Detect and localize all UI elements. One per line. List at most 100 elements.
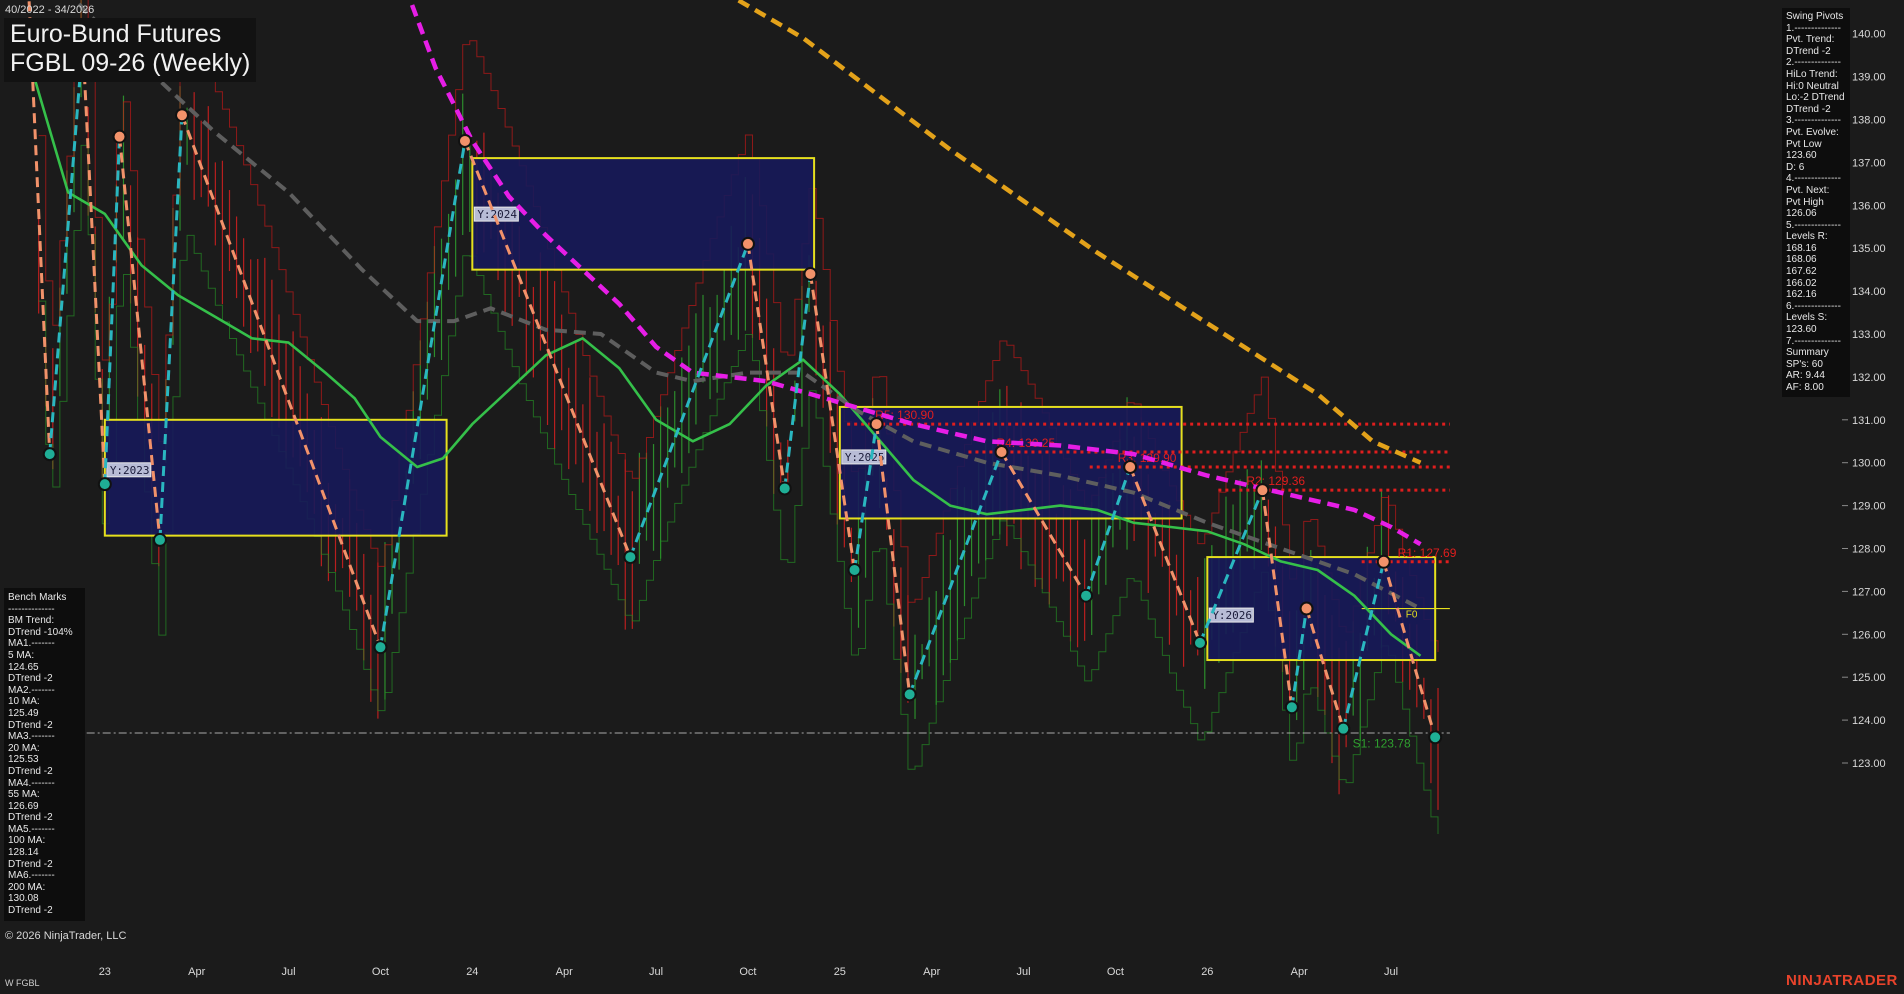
swing-pivot-line: SP's: 60: [1786, 358, 1823, 370]
swing-pivot-line: AR: 9.44: [1786, 370, 1825, 382]
benchmark-line: 125.53: [8, 754, 39, 766]
benchmark-line: 124.65: [8, 661, 39, 673]
benchmark-line: --------------: [8, 603, 55, 615]
swing-pivot-line: DTrend -2: [1786, 45, 1831, 57]
chart-subtitle: FGBL 09-26 (Weekly): [10, 49, 251, 77]
swing-pivot-line: 166.02: [1786, 277, 1817, 289]
x-tick-label: Oct: [1107, 966, 1124, 978]
benchmark-line: Bench Marks: [8, 592, 67, 603]
resistance-label: R1: 127.69: [1398, 546, 1457, 560]
y-tick-label: 129.00: [1852, 501, 1886, 513]
swing-pivot-line: Swing Pivots: [1786, 11, 1844, 22]
swing-pivot-dot: [623, 550, 638, 565]
swing-pivot-dot: [994, 444, 1009, 459]
y-tick-label: 131.00: [1852, 415, 1886, 427]
benchmark-line: 10 MA:: [8, 696, 40, 708]
benchmarks-panel: Bench Marks -------------- BM Trend: DTrend…: [4, 588, 85, 921]
swing-pivot-dot: [777, 481, 792, 496]
swing-pivot-dot: [42, 447, 57, 462]
benchmark-line: DTrend -2: [8, 905, 53, 917]
swing-leg: [783, 273, 812, 489]
swing-pivot-dot: [373, 640, 388, 655]
x-tick-label: Apr: [923, 966, 940, 978]
swing-pivot-line: Lo:-2 DTrend: [1786, 92, 1845, 104]
year-box-label: Y:2023: [110, 464, 150, 477]
benchmark-line: 55 MA:: [8, 789, 40, 801]
swing-pivot-dot: [1192, 635, 1207, 650]
swing-pivot-dot: [902, 687, 917, 702]
year-range-boxes: Y:2023Y:2024Y:2025Y:2026: [103, 157, 1437, 662]
swing-pivot-line: 2.--------------: [1786, 57, 1841, 69]
benchmark-line: DTrend -2: [8, 812, 53, 824]
copyright-text: © 2026 NinjaTrader, LLC: [5, 930, 127, 942]
support-label: S1: 123.78: [1353, 737, 1411, 751]
swing-pivot-line: 168.16: [1786, 242, 1817, 254]
swing-pivot-line: 123.60: [1786, 150, 1817, 162]
benchmark-line: DTrend -2: [8, 858, 53, 870]
swing-leg: [628, 243, 750, 558]
swing-pivots-panel: Swing Pivots 1.-------------- Pvt. Trend: D…: [1782, 8, 1850, 397]
swing-pivot-line: 123.60: [1786, 324, 1817, 336]
swing-pivot-line: AF: 8.00: [1786, 382, 1824, 393]
swing-pivot-dot: [152, 532, 167, 547]
benchmark-line: 100 MA:: [8, 835, 46, 847]
benchmark-line: 130.08: [8, 893, 39, 905]
swing-pivot-dot: [1284, 700, 1299, 715]
y-tick-label: 135.00: [1852, 243, 1886, 255]
swing-pivot-line: 162.16: [1786, 289, 1817, 301]
swing-pivot-line: 126.06: [1786, 208, 1817, 220]
benchmark-line: 125.49: [8, 707, 39, 719]
y-tick-label: 124.00: [1852, 715, 1886, 727]
x-tick-label: Jul: [649, 966, 663, 978]
year-box-label: Y:2026: [1212, 609, 1252, 622]
swing-pivot-line: HiLo Trend:: [1786, 68, 1838, 80]
swing-pivot-line: 3.--------------: [1786, 115, 1841, 127]
swing-pivot-line: 6.--------------: [1786, 300, 1841, 312]
year-box: [103, 418, 448, 537]
price-chart[interactable]: Y:2023Y:2024Y:2025Y:2026 R5: 130.90R4: 1…: [0, 0, 1904, 994]
benchmark-line: MA2.-------: [8, 684, 55, 696]
benchmark-line: DTrend -2: [8, 765, 53, 777]
swing-pivot-dot: [1123, 459, 1138, 474]
swing-pivot-dot: [1079, 588, 1094, 603]
benchmark-line: 126.69: [8, 800, 39, 812]
benchmark-line: DTrend -2: [8, 673, 53, 685]
swing-pivot-line: Summary: [1786, 347, 1829, 359]
swing-pivot-line: DTrend -2: [1786, 103, 1831, 115]
swing-leg: [81, 42, 107, 485]
swing-pivot-dot: [175, 108, 189, 123]
y-tick-label: 123.00: [1852, 758, 1886, 770]
swing-pivot-dot: [112, 129, 127, 144]
swing-pivot-dot: [1255, 483, 1270, 498]
benchmark-line: 200 MA:: [8, 881, 46, 893]
benchmark-line: BM Trend:: [8, 615, 55, 627]
swing-pivot-line: Pvt. Evolve:: [1786, 126, 1839, 138]
swing-pivot-dot: [97, 477, 112, 492]
swing-pivot-line: D: 6: [1786, 161, 1805, 173]
swing-pivot-line: Pvt Low: [1786, 138, 1822, 150]
swing-pivot-dot: [457, 133, 472, 148]
swing-pivot-line: Hi:0 Neutral: [1786, 80, 1839, 92]
swing-pivot-line: 4.--------------: [1786, 173, 1841, 185]
y-tick-label: 137.00: [1852, 157, 1886, 169]
f0-label: F0: [1406, 610, 1418, 621]
x-tick-label: 26: [1201, 966, 1213, 978]
swing-pivot-line: 167.62: [1786, 266, 1817, 278]
benchmark-line: MA4.-------: [8, 777, 55, 789]
swing-pivot-dot: [847, 562, 862, 577]
date-range: 40/2022 - 34/2026: [5, 4, 95, 16]
benchmark-line: DTrend -104%: [8, 626, 73, 638]
y-tick-label: 140.00: [1852, 29, 1886, 41]
x-tick-label: Apr: [1291, 966, 1308, 978]
y-tick-label: 133.00: [1852, 329, 1886, 341]
swing-pivot-dot: [1428, 730, 1443, 745]
swing-pivot-dot: [869, 417, 884, 432]
y-tick-label: 134.00: [1852, 286, 1886, 298]
swing-pivot-line: Levels R:: [1786, 231, 1828, 243]
swing-pivot-line: Pvt. Next:: [1786, 184, 1830, 196]
benchmark-line: MA5.-------: [8, 823, 55, 835]
benchmark-line: MA3.-------: [8, 731, 55, 743]
swing-pivot-line: 168.06: [1786, 254, 1817, 266]
x-tick-label: 23: [99, 966, 111, 978]
y-tick-label: 132.00: [1852, 372, 1886, 384]
